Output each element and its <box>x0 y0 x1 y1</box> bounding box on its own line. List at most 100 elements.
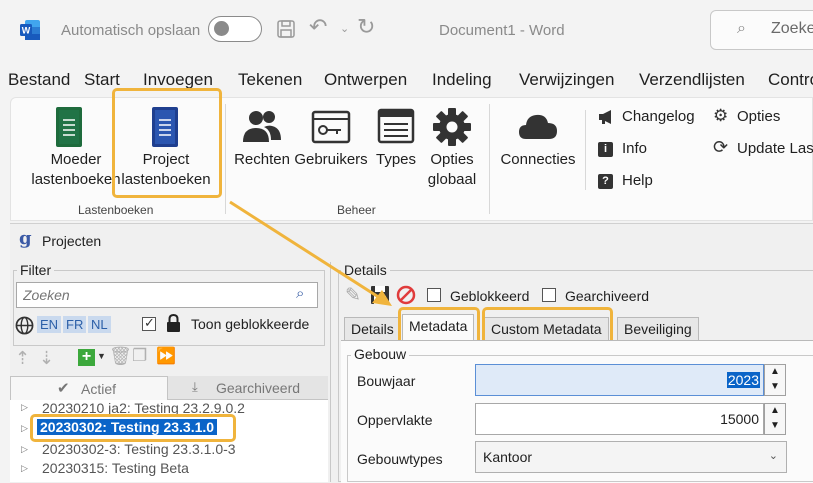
help-icon: ? <box>598 174 613 189</box>
menu-invoegen[interactable]: Invoegen <box>143 70 213 90</box>
update-label: Update Last <box>737 140 813 157</box>
menu-bestand[interactable]: Bestand <box>8 70 70 90</box>
users-icon <box>243 111 281 142</box>
changelog-button[interactable]: Changelog <box>598 108 698 128</box>
blocked-checkbox[interactable] <box>427 288 441 302</box>
group-lastenboeken-label: Lastenboeken <box>78 203 154 217</box>
lang-fr-button[interactable]: FR <box>63 316 87 333</box>
filter-search-input[interactable] <box>16 282 318 308</box>
gebouwtypes-label: Gebouwtypes <box>357 451 443 467</box>
list-icon <box>377 108 415 144</box>
cloud-icon <box>519 114 557 139</box>
lang-en-button[interactable]: EN <box>37 316 62 333</box>
add-dropdown-icon[interactable]: ▼ <box>97 351 106 361</box>
undo-dropdown-icon[interactable]: ⌄ <box>340 22 349 35</box>
undo-icon[interactable]: ↶ <box>309 14 327 40</box>
globe-icon <box>15 316 34 335</box>
redo-icon[interactable]: ↻ <box>357 14 375 40</box>
archived-checkbox[interactable] <box>542 288 556 302</box>
oppervlakte-spinner[interactable]: ▲ ▼ <box>764 403 786 435</box>
tab-gearchiveerd-label: Gearchiveerd <box>216 380 301 396</box>
svg-text:W: W <box>22 26 31 36</box>
tab-gearchiveerd[interactable]: ⤓ Gearchiveerd <box>168 376 328 400</box>
show-blocked-checkbox[interactable]: ✓ <box>142 315 156 331</box>
check-icon: ✔ <box>57 380 70 397</box>
moeder-lastenboeken-button[interactable]: Moeder lastenboeken <box>31 104 121 190</box>
word-logo-icon: W <box>20 20 40 40</box>
project-item[interactable]: 20230315: Testing Beta <box>42 460 189 476</box>
bouwjaar-value: 2023 <box>726 372 760 388</box>
pane-title: Projecten <box>42 233 102 249</box>
blue-book-icon <box>152 107 178 147</box>
add-project-icon[interactable]: + <box>78 349 95 366</box>
forward-icon[interactable]: ⏩ <box>156 346 176 366</box>
expand-icon[interactable]: ▷ <box>21 463 28 474</box>
cancel-icon[interactable] <box>396 285 416 305</box>
tab-beveiliging[interactable]: Beveiliging <box>617 317 699 340</box>
show-blocked-label: Toon geblokkeerde <box>191 316 310 332</box>
edit-icon[interactable]: ✎ <box>345 284 361 307</box>
menu-controleren[interactable]: Contro <box>768 70 813 90</box>
gebruikers-label: Gebruikers <box>294 151 368 168</box>
tab-actief[interactable]: ✔ Actief <box>10 376 168 400</box>
bouwjaar-spinner[interactable]: ▲ ▼ <box>764 364 786 396</box>
title-bar: W Automatisch opslaan ↶ ⌄ ↻ Document1 - … <box>0 0 813 62</box>
expand-icon[interactable]: ▷ <box>21 402 28 413</box>
search-icon[interactable]: ⌕ <box>296 285 304 302</box>
expand-icon[interactable]: ▷ <box>21 423 28 434</box>
oppervlakte-input[interactable]: 15000 <box>475 403 764 435</box>
spin-up-icon[interactable]: ▲ <box>765 404 785 419</box>
info-icon: i <box>598 142 613 157</box>
help-label: Help <box>622 172 653 189</box>
moeder-label-2: lastenboeken <box>31 171 121 188</box>
gebruikers-button[interactable]: Gebruikers <box>294 104 368 174</box>
key-card-icon <box>311 110 351 144</box>
expand-icon[interactable]: ▷ <box>21 444 28 455</box>
project-item[interactable]: 20230302-3: Testing 23.3.1.0-3 <box>42 441 236 457</box>
menu-tekenen[interactable]: Tekenen <box>238 70 302 90</box>
lang-nl-button[interactable]: NL <box>88 316 111 333</box>
project-item-selected[interactable]: 20230302: Testing 23.3.1.0 <box>37 419 218 435</box>
upload-icon[interactable]: ⇡ <box>15 348 30 369</box>
pane-splitter[interactable] <box>330 262 331 482</box>
menu-indeling[interactable]: Indeling <box>432 70 492 90</box>
menu-verzendlijsten[interactable]: Verzendlijsten <box>639 70 745 90</box>
copy-icon[interactable]: ❐ <box>132 346 147 366</box>
tab-details[interactable]: Details <box>344 317 401 340</box>
info-button[interactable]: i Info <box>598 140 678 160</box>
opties-button[interactable]: ⚙ Opties <box>713 106 793 128</box>
menu-ontwerpen[interactable]: Ontwerpen <box>324 70 407 90</box>
opties-globaal-button[interactable]: Opties globaal <box>424 104 480 190</box>
gebouwtypes-select[interactable]: Kantoor ⌄ <box>475 441 787 473</box>
green-book-icon <box>56 107 82 147</box>
spin-up-icon[interactable]: ▲ <box>765 365 785 380</box>
opties-label-2: globaal <box>427 171 477 188</box>
bouwjaar-input[interactable]: 2023 <box>475 364 764 396</box>
search-placeholder: Zoeke <box>771 20 813 37</box>
menu-start[interactable]: Start <box>84 70 120 90</box>
help-button[interactable]: ? Help <box>598 172 678 192</box>
spin-down-icon[interactable]: ▼ <box>765 419 785 433</box>
connecties-button[interactable]: Connecties <box>498 104 578 174</box>
rechten-button[interactable]: Rechten <box>234 104 290 174</box>
project-lastenboeken-button[interactable]: Project lastenboeken <box>118 104 214 190</box>
bouwjaar-label: Bouwjaar <box>357 373 416 389</box>
save-icon[interactable] <box>370 285 390 305</box>
opties-small-label: Opties <box>737 108 781 125</box>
group-beheer-label: Beheer <box>337 203 376 217</box>
tab-actief-label: Actief <box>81 381 117 397</box>
menu-verwijzingen[interactable]: Verwijzingen <box>519 70 614 90</box>
delete-icon[interactable]: 🗑 <box>109 346 132 367</box>
spin-down-icon[interactable]: ▼ <box>765 380 785 394</box>
archive-icon: ⤓ <box>192 379 198 394</box>
oppervlakte-value: 15000 <box>720 411 759 427</box>
search-box[interactable]: ⌕ Zoeke <box>710 10 813 50</box>
oppervlakte-label: Oppervlakte <box>357 412 433 428</box>
update-button[interactable]: ⟳ Update Last <box>713 137 813 160</box>
gear-icon: ⚙ <box>713 106 729 125</box>
details-legend: Details <box>341 262 390 278</box>
types-button[interactable]: Types <box>373 104 419 174</box>
download-icon[interactable]: ⇣ <box>39 348 54 369</box>
autosave-toggle[interactable] <box>208 16 262 42</box>
save-icon[interactable] <box>276 19 296 39</box>
